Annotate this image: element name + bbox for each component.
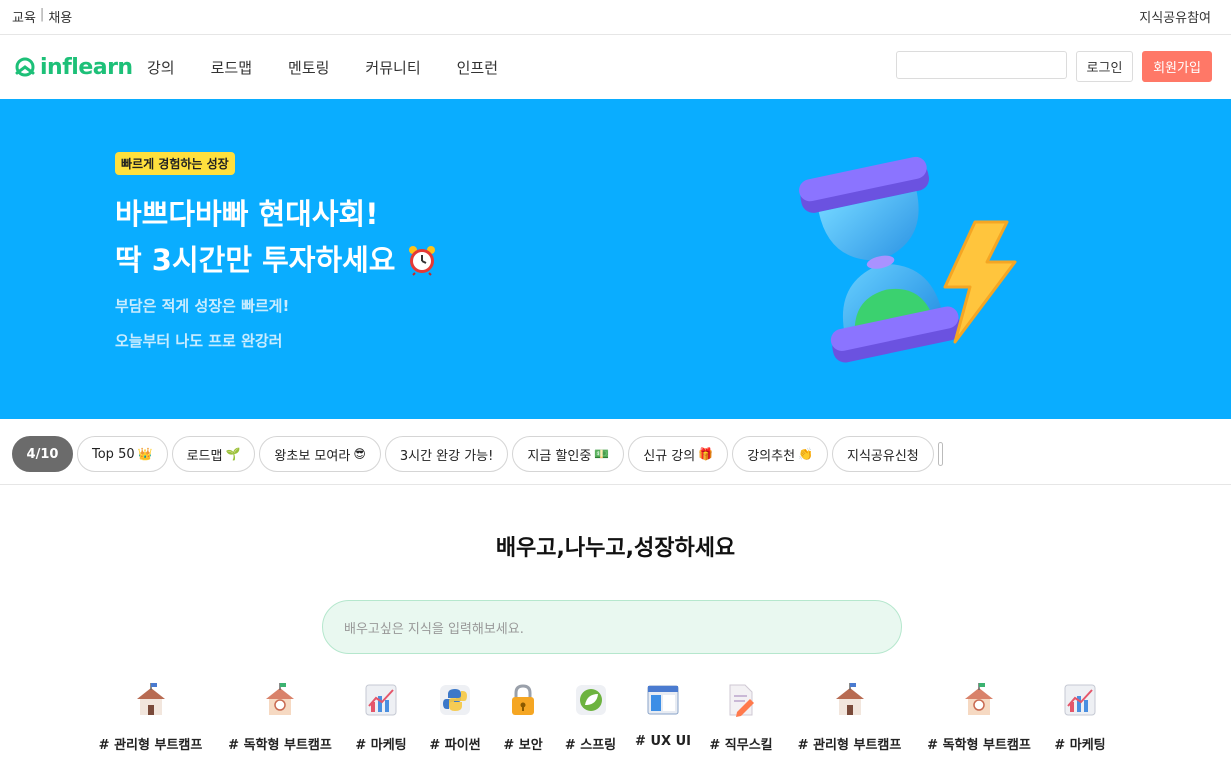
main-search-placeholder: 배우고싶은 지식을 입력해보세요. [344, 621, 524, 637]
hero-title-line1: 바쁘다바빠 현대사회! [115, 197, 379, 231]
category-item[interactable]: # 독학형 부트캠프 [226, 682, 334, 753]
category-item[interactable]: # 보안 [503, 682, 543, 753]
nav-mentoring[interactable]: 멘토링 [288, 57, 329, 78]
top-left-links: 교육 | 채용 [12, 7, 72, 26]
clap-icon: 👏 [798, 447, 813, 461]
category-label: # 독학형 부트캠프 [927, 738, 1031, 753]
chip-scroll-edge[interactable] [937, 442, 943, 466]
category-item[interactable]: # 독학형 부트캠프 [925, 682, 1033, 753]
document-pen-icon [729, 684, 754, 717]
category-label: # 마케팅 [1054, 738, 1106, 753]
category-label: # 스프링 [564, 738, 617, 753]
main-search-input[interactable]: 배우고싶은 지식을 입력해보세요. [322, 600, 902, 654]
chip-roadmap[interactable]: 로드맵 🌱 [171, 436, 256, 472]
login-button[interactable]: 로그인 [1076, 51, 1133, 82]
filter-chip-bar: 4/10 Top 50 👑 로드맵 🌱 왕초보 모여라 😎 3시간 완강 가능! 지금… [0, 419, 1231, 485]
school-clock-icon [965, 683, 993, 715]
main-header: inflearn 강의 로드맵 멘토링 커뮤니티 인프런 로그인 회원가입 [0, 35, 1231, 99]
section-title: 배우고,나누고,성장하세요 [495, 536, 736, 561]
gift-icon: 🎁 [698, 447, 714, 461]
category-label: # UX UI [635, 734, 691, 749]
chip-label: 로드맵 [186, 448, 223, 464]
chip-3hours[interactable]: 3시간 완강 가능! [384, 436, 509, 472]
hourglass-illustration-icon [799, 156, 1017, 363]
category-item[interactable]: # 마케팅 [355, 682, 407, 753]
school-icon [136, 683, 165, 715]
chip-discount[interactable]: 지금 할인중 💵 [512, 436, 625, 472]
chip-label: 지금 할인중 [527, 448, 592, 464]
spring-leaf-icon [575, 685, 606, 715]
category-label: # 직무스킬 [709, 738, 773, 753]
category-item[interactable]: # 마케팅 [1054, 682, 1106, 753]
hero-sub-line1: 부담은 적게 성장은 빠르게! [115, 297, 290, 315]
window-icon [647, 685, 679, 715]
category-label: # 마케팅 [355, 738, 407, 753]
nav-roadmap[interactable]: 로드맵 [211, 57, 252, 78]
hero-sub-line2: 오늘부터 나도 프로 완강러 [115, 332, 283, 350]
logo[interactable]: inflearn [14, 55, 133, 80]
category-label: # 파이썬 [429, 738, 481, 753]
hero-subtitle: 부담은 적게 성장은 빠르게! 오늘부터 나도 프로 완강러 [115, 289, 289, 359]
category-item[interactable]: # 관리형 부트캠프 [97, 682, 204, 753]
hero-badge: 빠르게 경험하는 성장 [115, 152, 235, 175]
nav-community[interactable]: 커뮤니티 [365, 57, 420, 78]
chip-new-courses[interactable]: 신규 강의 🎁 [628, 436, 729, 472]
chip-instructor-apply[interactable]: 지식공유신청 [831, 436, 934, 472]
python-icon [440, 685, 470, 715]
divider: | [39, 7, 45, 22]
top-link-instructor[interactable]: 지식공유참여 [1139, 7, 1211, 26]
logo-text: inflearn [40, 55, 133, 80]
nav-courses[interactable]: 강의 [147, 57, 175, 78]
category-item[interactable]: # 파이썬 [429, 682, 481, 753]
hero-banner[interactable]: 빠르게 경험하는 성장 바쁘다바빠 현대사회! 딱 3시간만 투자하세요 부담은… [0, 99, 1231, 419]
lock-icon [512, 684, 534, 715]
hero-title-line2: 딱 3시간만 투자하세요 [115, 243, 396, 277]
sunglasses-icon: 😎 [353, 447, 366, 461]
chip-label: 신규 강의 [643, 448, 696, 464]
chart-icon [1064, 684, 1096, 716]
main-nav: 강의 로드맵 멘토링 커뮤니티 인프런 [147, 57, 534, 78]
school-clock-icon [266, 683, 294, 715]
chip-label: 강의추천 [747, 448, 796, 464]
header-search-input[interactable] [896, 51, 1067, 79]
alarm-clock-icon [408, 246, 435, 276]
hero-title-line2-wrap: 딱 3시간만 투자하세요 [115, 237, 438, 283]
inflearn-logo-icon [15, 57, 35, 76]
money-icon: 💵 [594, 447, 610, 461]
chart-icon [365, 684, 397, 716]
chip-top50[interactable]: Top 50 👑 [77, 436, 168, 472]
slide-counter[interactable]: 4/10 [12, 436, 73, 472]
hero-title: 바쁘다바빠 현대사회! 딱 3시간만 투자하세요 [115, 191, 438, 283]
category-item[interactable]: # UX UI [635, 682, 691, 749]
chip-beginners[interactable]: 왕초보 모여라 😎 [259, 436, 381, 472]
category-label: # 독학형 부트캠프 [228, 738, 332, 753]
crown-icon: 👑 [137, 447, 153, 461]
chip-label: Top 50 [92, 446, 135, 462]
category-label: # 관리형 부트캠프 [98, 738, 203, 753]
signup-button[interactable]: 회원가입 [1142, 51, 1212, 82]
sprout-icon: 🌱 [225, 447, 241, 461]
category-item[interactable]: # 관리형 부트캠프 [796, 682, 903, 753]
category-label: # 관리형 부트캠프 [797, 738, 902, 753]
chip-label: 3시간 완강 가능! [399, 448, 494, 464]
top-link-education[interactable]: 교육 [12, 7, 36, 26]
chip-recommended[interactable]: 강의추천 👏 [732, 436, 828, 472]
category-label: # 보안 [503, 738, 543, 753]
category-item[interactable]: # 스프링 [564, 682, 617, 753]
top-link-hiring[interactable]: 채용 [48, 7, 72, 26]
top-utility-bar: 교육 | 채용 지식공유참여 [0, 0, 1231, 35]
school-icon [835, 683, 864, 715]
category-item[interactable]: # 직무스킬 [709, 682, 773, 753]
chip-label: 왕초보 모여라 [274, 448, 351, 464]
chip-row: 4/10 Top 50 👑 로드맵 🌱 왕초보 모여라 😎 3시간 완강 가능! 지금… [12, 436, 943, 472]
chip-label: 지식공유신청 [846, 448, 919, 464]
nav-inflearn[interactable]: 인프런 [457, 57, 498, 78]
